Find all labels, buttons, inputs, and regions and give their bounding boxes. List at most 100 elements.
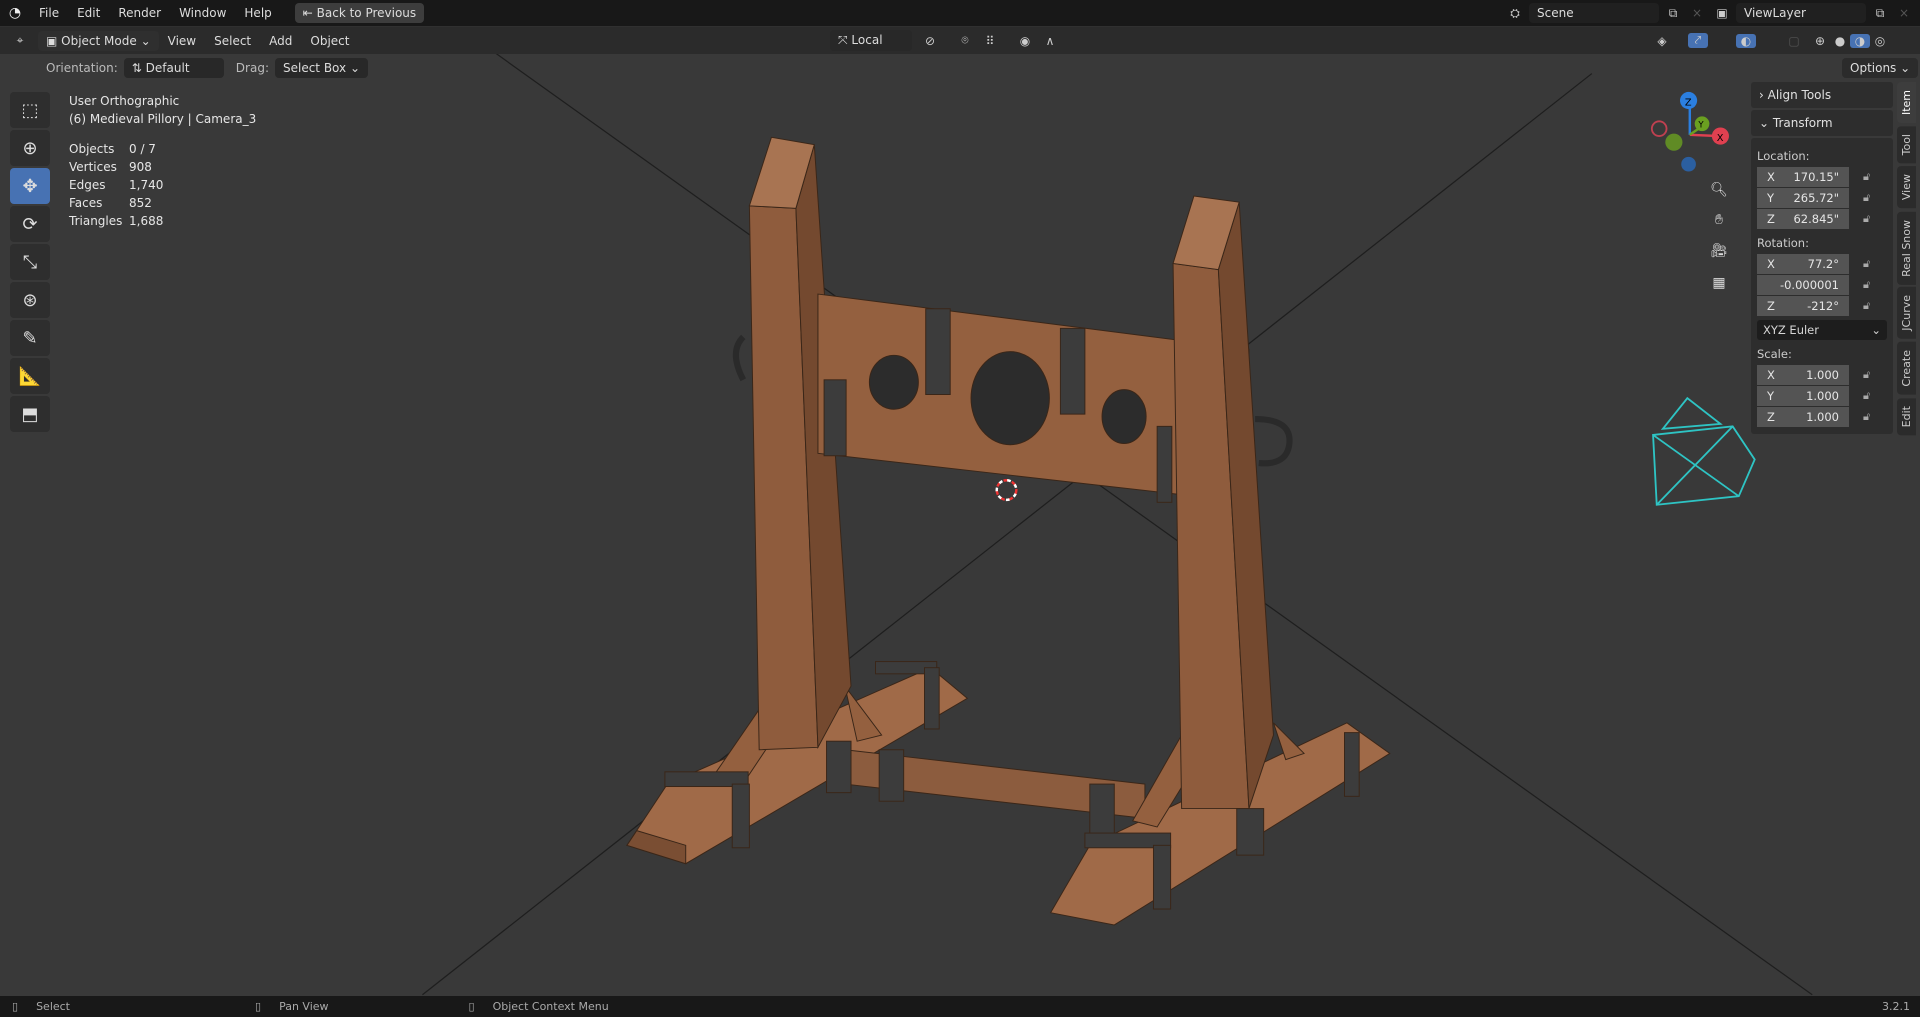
select-box-tool[interactable]: ⬚ [10,92,50,128]
3d-viewport[interactable]: Z X Y [0,27,1920,996]
rotation-mode-dropdown[interactable]: XYZ Euler ⌄ [1757,320,1887,340]
overlay-toggle-icon[interactable]: ◐ [1736,33,1756,48]
visibility-icon[interactable]: ◈ [1652,34,1672,48]
rotate-icon: ⟳ [22,213,38,235]
tab-jcurve[interactable]: JCurve [1897,287,1916,340]
lock-icon[interactable]: 🔓︎ [1863,170,1870,184]
solid-shading-icon[interactable]: ● [1830,34,1850,48]
scale-z-field[interactable]: Z 1.000 [1757,407,1849,427]
scale-tool[interactable]: ⤡ [10,244,50,280]
ruler-icon: 📐 [18,365,42,387]
rotation-z-field[interactable]: Z -212° [1757,296,1849,316]
wireframe-shading-icon[interactable]: ⊕ [1810,34,1830,48]
gizmo-toggle-icon[interactable]: ⤤ [1688,33,1708,48]
rendered-shading-icon[interactable]: ◎ [1870,34,1890,48]
lock-icon[interactable]: 🔓︎ [1863,257,1870,271]
tab-tool[interactable]: Tool [1897,126,1916,164]
menu-edit[interactable]: Edit [68,6,109,20]
scene-selector[interactable]: ⛭ Scene ⧉ × [1505,3,1707,23]
field-value: 77.2° [1807,257,1839,271]
menu-render[interactable]: Render [109,6,170,20]
3d-cursor-icon[interactable] [995,479,1018,502]
menu-file[interactable]: File [30,6,68,20]
field-value: 62.845" [1793,212,1839,226]
drag-dropdown[interactable]: Select Box ⌄ [274,57,368,78]
hand-icon: ✋︎ [1715,212,1723,228]
blender-logo-icon[interactable]: ◔ [0,5,30,21]
lock-icon[interactable]: 🔓︎ [1863,299,1870,313]
editor-type-icon[interactable]: ⌖ [10,33,30,48]
proportional-edit-icon[interactable]: ◉ [1015,34,1035,48]
menu-object[interactable]: Object [301,34,358,48]
ortho-toggle-button[interactable]: ▦ [1707,271,1731,295]
rotation-y-field[interactable]: -0.000001 [1757,275,1849,295]
camera-object[interactable] [1652,396,1756,506]
camera-view-button[interactable]: 🎥︎ [1707,239,1731,263]
pillory-model[interactable] [626,136,1391,926]
mode-dropdown[interactable]: ▣ Object Mode ⌄ [38,30,159,51]
rotation-x-field[interactable]: X 77.2° [1757,254,1849,274]
viewlayer-selector[interactable]: ▣ ViewLayer ⧉ × [1712,3,1914,23]
scene-name-field[interactable]: Scene [1529,3,1659,23]
transform-tool[interactable]: ⊛ [10,282,50,318]
pivot-icon[interactable]: ⊘ [920,34,940,48]
menu-add[interactable]: Add [260,34,301,48]
tab-item[interactable]: Item [1897,82,1916,124]
location-z-field[interactable]: Z 62.845" [1757,209,1849,229]
tab-edit[interactable]: Edit [1897,397,1916,435]
close-icon[interactable]: × [1894,6,1914,20]
menu-window[interactable]: Window [170,6,235,20]
scene-statistics: Objects 0 / 7 Vertices 908 Edges 1,740 Face… [69,140,256,230]
scale-y-field[interactable]: Y 1.000 [1757,386,1849,406]
options-dropdown[interactable]: Options ⌄ [1842,57,1919,78]
transform-orientation-dropdown[interactable]: ⤧ Local [830,30,912,51]
pan-button[interactable]: ✋︎ [1707,208,1731,232]
scale-x-field[interactable]: X 1.000 [1757,365,1849,385]
menu-view[interactable]: View [159,34,205,48]
lock-icon[interactable]: 🔓︎ [1863,212,1870,226]
lock-icon[interactable]: 🔓︎ [1863,191,1870,205]
lock-icon[interactable]: 🔓︎ [1863,410,1870,424]
measure-tool[interactable]: 📐 [10,358,50,394]
transform-panel-header[interactable]: ⌄ Transform [1751,110,1893,136]
back-label: Back to Previous [316,6,417,20]
cursor-tool[interactable]: ⊕ [10,130,50,166]
xray-icon[interactable]: ▢ [1784,34,1804,48]
lock-icon[interactable]: 🔓︎ [1863,389,1870,403]
align-tools-panel-header[interactable]: › Align Tools [1751,82,1893,108]
annotate-tool[interactable]: ✎ [10,320,50,356]
tab-create[interactable]: Create [1897,342,1916,395]
material-shading-icon[interactable]: ◑ [1850,33,1870,48]
version-label: 3.2.1 [1882,1000,1910,1013]
snap-grid-icon[interactable]: ⠿ [980,34,1000,48]
add-cube-tool[interactable]: ⬒ [10,396,50,432]
rotate-tool[interactable]: ⟳ [10,206,50,242]
menu-help[interactable]: Help [235,6,280,20]
tab-real-snow[interactable]: Real Snow [1897,211,1916,285]
orientation-icon: ⇅ [131,60,146,75]
orientation-dropdown[interactable]: ⇅ Default [123,57,224,78]
tab-view[interactable]: View [1897,166,1916,209]
orientation-value: Default [145,60,190,75]
field-value: 1.000 [1806,368,1839,382]
back-icon: ⇤ [302,6,317,20]
falloff-icon[interactable]: ∧ [1040,34,1060,48]
pencil-icon: ✎ [22,327,38,349]
back-to-previous-button[interactable]: ⇤ Back to Previous [294,3,425,23]
navigation-gizmo[interactable]: Z X Y [1650,91,1729,172]
location-y-field[interactable]: Y 265.72" [1757,188,1849,208]
viewlayer-name-field[interactable]: ViewLayer [1736,3,1866,23]
move-tool[interactable]: ✥ [10,168,50,204]
close-icon[interactable]: × [1687,6,1707,20]
menu-select[interactable]: Select [205,34,260,48]
chevron-right-icon: › [1759,88,1768,102]
location-x-field[interactable]: X 170.15" [1757,167,1849,187]
lock-icon[interactable]: 🔓︎ [1863,278,1870,292]
orientation-label: Local [851,33,883,47]
copy-icon[interactable]: ⧉ [1663,6,1683,21]
zoom-button[interactable]: 🔍︎ [1707,178,1731,202]
lock-icon[interactable]: 🔓︎ [1863,368,1870,382]
snap-icon[interactable]: ⌾ [955,33,975,48]
align-tools-title: Align Tools [1767,88,1832,102]
copy-icon[interactable]: ⧉ [1870,6,1890,21]
